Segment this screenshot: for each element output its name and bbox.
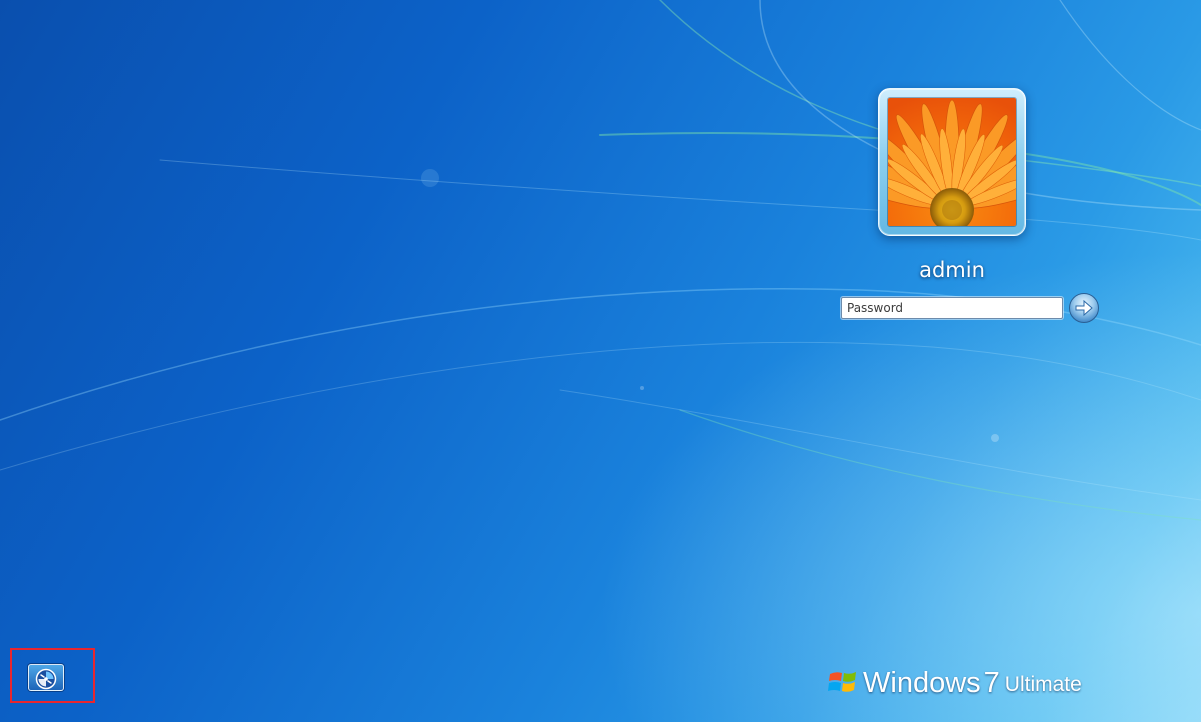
username-label: admin bbox=[919, 258, 985, 282]
ease-of-access-button[interactable] bbox=[28, 664, 64, 691]
password-field[interactable] bbox=[841, 297, 1063, 319]
ease-of-access-icon bbox=[35, 668, 57, 689]
windows-branding: Windows 7 Ultimate bbox=[828, 660, 1082, 700]
branding-windows-label: Windows bbox=[863, 667, 981, 699]
branding-version-label: 7 bbox=[983, 667, 1000, 699]
branding-edition-label: Ultimate bbox=[1004, 673, 1082, 696]
submit-button[interactable] bbox=[1068, 292, 1100, 324]
flower-picture-icon bbox=[887, 97, 1017, 227]
windows-flag-icon bbox=[828, 672, 856, 692]
user-tile[interactable] bbox=[878, 88, 1026, 236]
arrow-right-icon bbox=[1069, 293, 1099, 323]
